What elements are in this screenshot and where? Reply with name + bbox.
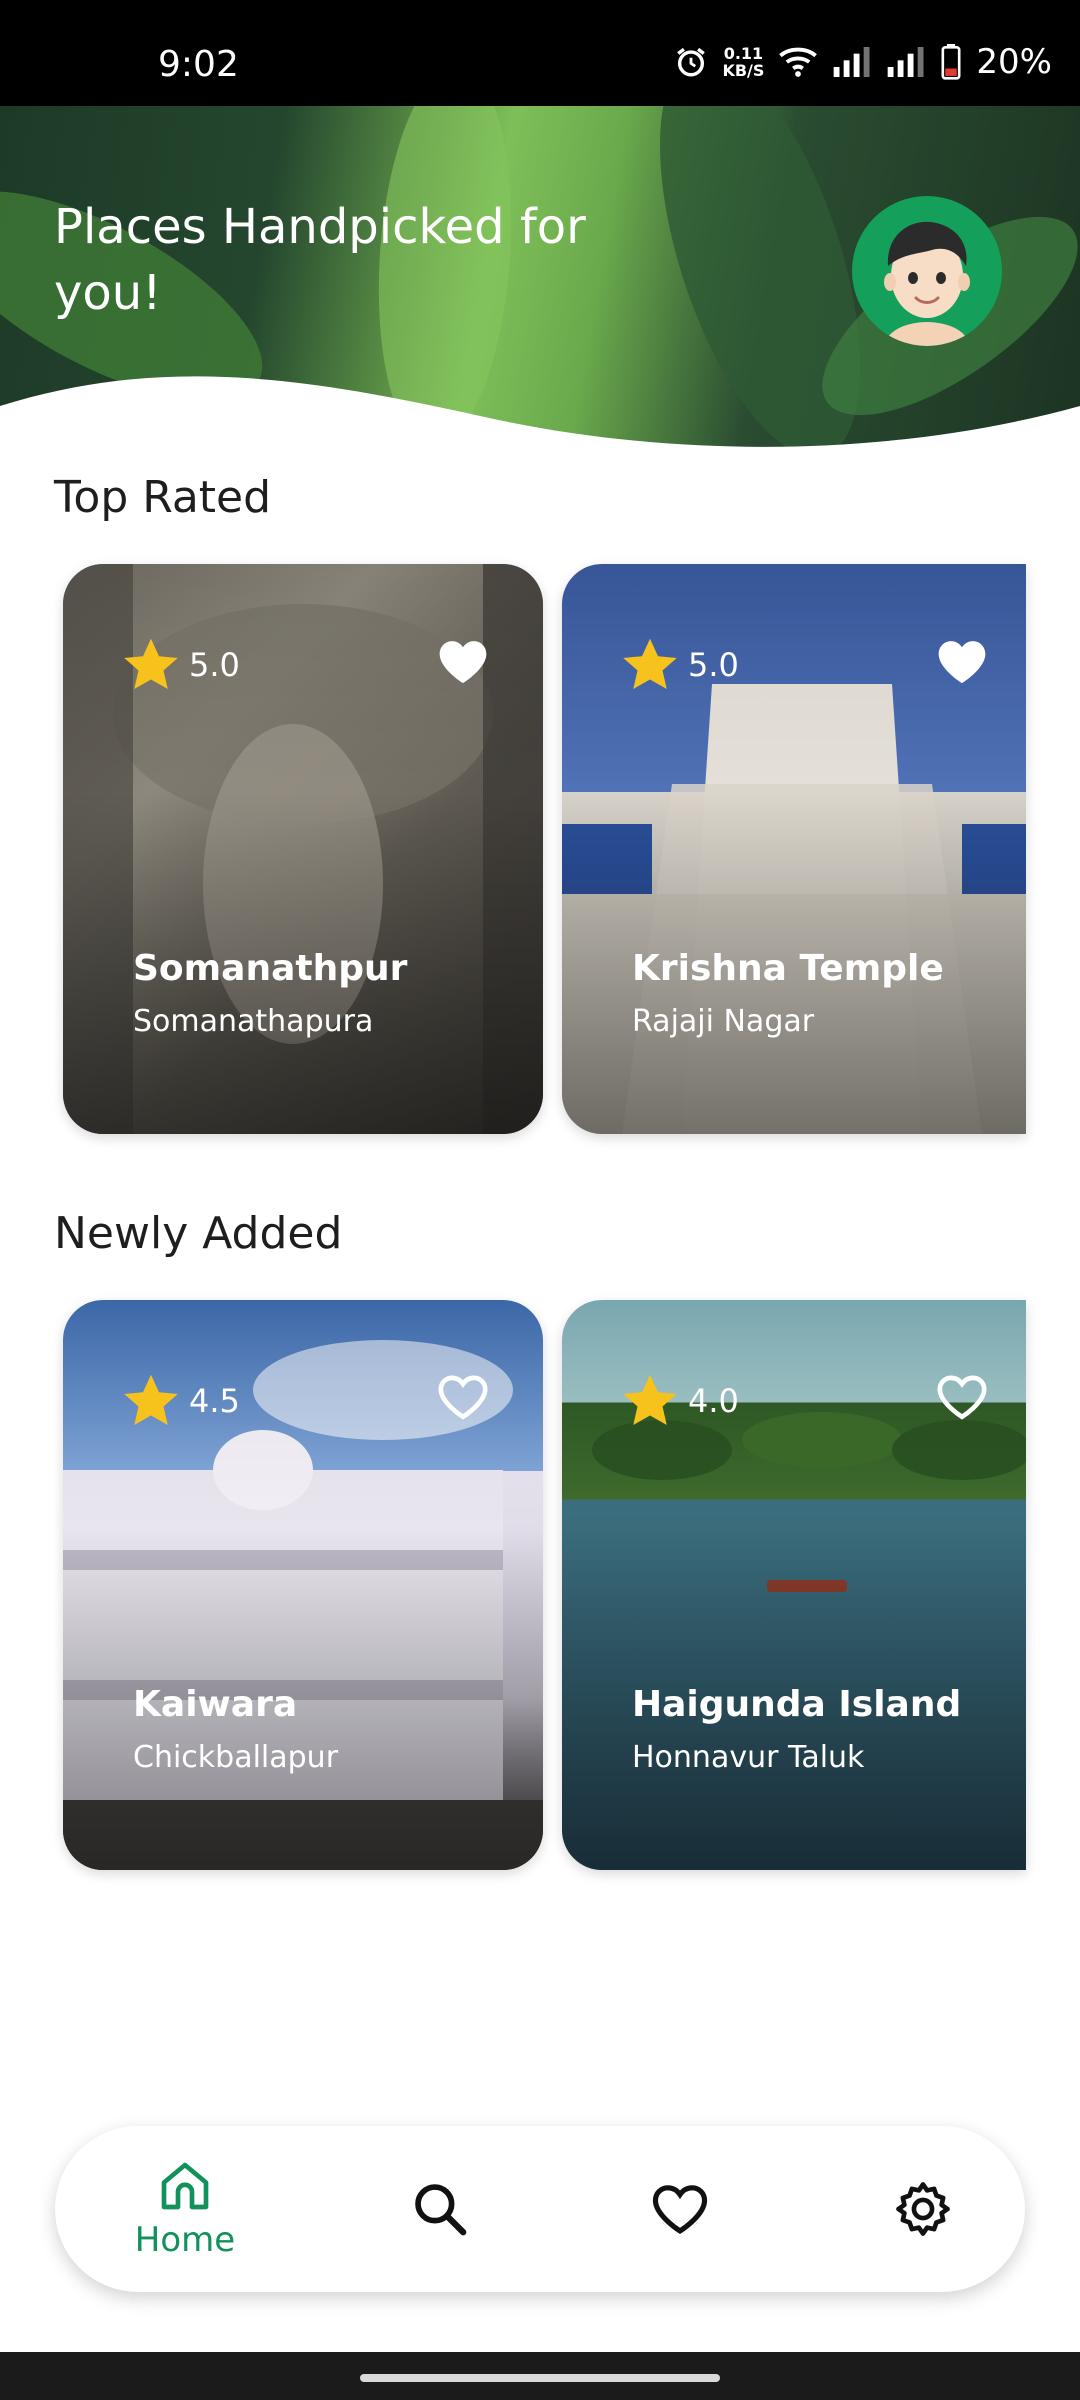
battery-percentage: 20%: [976, 42, 1052, 82]
star-icon: [124, 638, 178, 689]
place-location: Honnavur Taluk: [632, 1740, 865, 1775]
status-bar: 9:02 0.11 KB/S 20%: [0, 0, 1080, 106]
place-card[interactable]: 5.0 Somanathpur Somanathapura: [63, 564, 543, 1134]
rating: 5.0: [121, 636, 240, 694]
star-icon: [124, 1374, 178, 1425]
place-card[interactable]: 4.0 Haigunda Island Honnavur Taluk: [562, 1300, 1026, 1870]
avatar[interactable]: [852, 196, 1002, 346]
nav-item-home[interactable]: Home: [115, 2126, 255, 2292]
heart-outline-icon[interactable]: [435, 1372, 491, 1422]
heart-icon[interactable]: [934, 636, 990, 686]
bottom-navigation: Home: [55, 2126, 1025, 2292]
signal-icon-2: [888, 47, 924, 77]
place-name: Somanathpur: [133, 948, 408, 989]
home-icon: [161, 2162, 209, 2210]
star-icon: [623, 1374, 677, 1425]
rating: 4.0: [620, 1372, 739, 1430]
alarm-icon: [677, 47, 706, 77]
place-name: Haigunda Island: [632, 1684, 962, 1725]
memoji-avatar-icon: [884, 221, 970, 346]
home-gesture-handle[interactable]: [360, 2374, 720, 2382]
place-location: Somanathapura: [133, 1004, 374, 1039]
network-speed: 0.11 KB/S: [722, 44, 765, 80]
gesture-bar: [0, 2352, 1080, 2400]
nav-item-favorites[interactable]: [620, 2126, 740, 2292]
rating-value: 4.5: [189, 1382, 240, 1420]
heart-outline-icon[interactable]: [934, 1372, 990, 1422]
rating-value: 4.0: [688, 1382, 739, 1420]
place-location: Chickballapur: [133, 1740, 339, 1775]
status-icons: 0.11 KB/S 20%: [674, 40, 1052, 84]
place-card[interactable]: 4.5 Kaiwara Chickballapur: [63, 1300, 543, 1870]
rating: 5.0: [620, 636, 739, 694]
page-title: Places Handpicked for you!: [54, 199, 586, 321]
star-icon: [623, 638, 677, 689]
status-time: 9:02: [158, 44, 239, 85]
rating-value: 5.0: [688, 646, 739, 684]
search-icon: [415, 2184, 467, 2236]
place-location: Rajaji Nagar: [632, 1004, 815, 1039]
section-title-newly-added: Newly Added: [54, 1208, 343, 1259]
heart-icon: [652, 2185, 708, 2235]
header-wave: [0, 376, 1080, 466]
wifi-icon: [779, 47, 818, 77]
place-card[interactable]: 5.0 Krishna Temple Rajaji Nagar: [562, 564, 1026, 1134]
nav-label-home: Home: [134, 2220, 236, 2260]
battery-icon: [941, 44, 961, 80]
place-name: Krishna Temple: [632, 948, 944, 989]
signal-icon: [834, 47, 870, 77]
heart-icon[interactable]: [435, 636, 491, 686]
section-title-top-rated: Top Rated: [54, 472, 272, 523]
header-banner: Places Handpicked for you!: [0, 106, 1080, 466]
rating-value: 5.0: [189, 646, 240, 684]
nav-item-settings[interactable]: [863, 2126, 983, 2292]
place-name: Kaiwara: [133, 1684, 298, 1725]
nav-item-search[interactable]: [380, 2126, 500, 2292]
rating: 4.5: [121, 1372, 240, 1430]
gear-icon: [896, 2182, 950, 2236]
